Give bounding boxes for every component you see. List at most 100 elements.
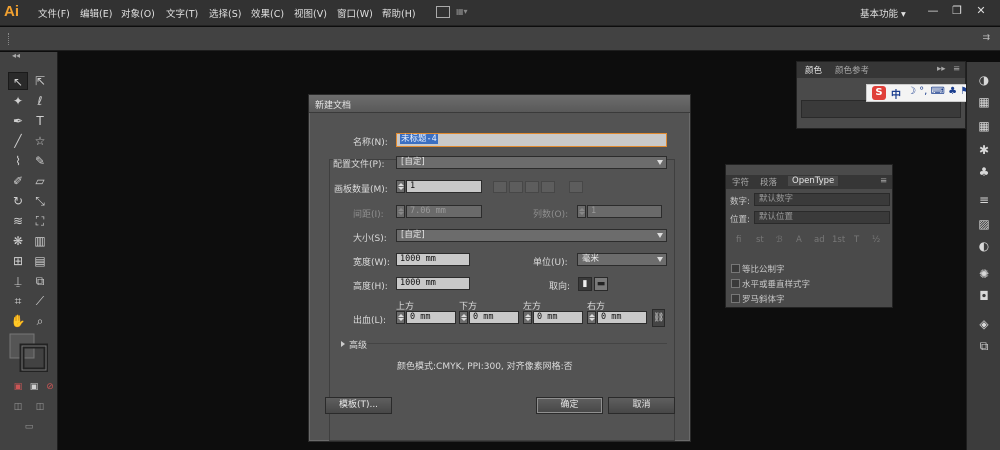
tab-character[interactable]: 字符 [732,176,749,188]
menu-window[interactable]: 窗口(W) [337,6,373,20]
transparency-icon[interactable]: ◐ [975,238,993,254]
glyph-ordinal-button[interactable]: 1st [832,235,845,245]
column-graph-tool-icon[interactable]: ▥ [30,232,50,250]
rotate-tool-icon[interactable]: ↻ [8,192,28,210]
stroke-icon[interactable]: ≡ [975,192,993,208]
template-button[interactable]: 模板(T)... [325,397,392,414]
glyph-fraction-button[interactable]: ½ [872,235,880,245]
menu-help[interactable]: 帮助(H) [382,6,416,20]
appearance-icon[interactable]: ✺ [975,266,993,282]
roman-italic-checkbox[interactable] [731,294,740,303]
hand-tool-icon[interactable]: ✋ [8,312,28,330]
draw-mode-icon[interactable]: ◫ [8,398,28,416]
tab-color-guide[interactable]: 颜色参考 [835,64,869,76]
grid-by-column-icon[interactable] [509,181,523,193]
blob-brush-tool-icon[interactable]: ✐ [8,172,28,190]
line-tool-icon[interactable]: ╱ [8,132,28,150]
menu-file[interactable]: 文件(F) [38,6,70,20]
bleed-left-input[interactable]: 0 mm [533,311,583,324]
bleed-bottom-stepper[interactable] [459,311,468,324]
selection-tool-icon[interactable]: ↖ [8,72,28,90]
glyph-ornament-button[interactable]: T [854,235,859,245]
slice-tool-icon[interactable]: ⟋ [30,292,50,310]
digits-select[interactable]: 默认数字 [754,193,890,206]
arrange-by-row-icon[interactable] [525,181,539,193]
position-select[interactable]: 默认位置 [754,211,890,224]
size-select[interactable]: [自定] [396,229,667,242]
bleed-bottom-input[interactable]: 0 mm [469,311,519,324]
color-spectrum[interactable] [801,100,961,118]
ok-button[interactable]: 确定 [536,397,603,414]
scale-tool-icon[interactable]: ⤡ [30,192,50,210]
lasso-tool-icon[interactable]: ℓ [30,92,50,110]
eraser-tool-icon[interactable]: ▱ [30,172,50,190]
workspace-switcher[interactable]: 基本功能 ▾ [860,6,906,20]
artboards-input[interactable]: 1 [406,180,482,193]
pencil-tool-icon[interactable]: ✎ [30,152,50,170]
right-to-left-icon[interactable] [569,181,583,193]
dialog-titlebar[interactable]: 新建文档 [309,95,690,113]
star-tool-icon[interactable]: ☆ [30,132,50,150]
mesh-tool-icon[interactable]: ⊞ [8,252,28,270]
menu-object[interactable]: 对象(O) [121,6,155,20]
menu-view[interactable]: 视图(V) [294,6,327,20]
glyph-fi-button[interactable]: fi [736,235,741,245]
bleed-top-input[interactable]: 0 mm [406,311,456,324]
width-input[interactable]: 1000 mm [396,253,470,266]
pen-tool-icon[interactable]: ✒ [8,112,28,130]
link-icon[interactable]: ⛓ [652,309,665,327]
grid-by-row-icon[interactable] [493,181,507,193]
glyph-st-button[interactable]: st [756,235,764,245]
bridge-icon[interactable] [436,6,450,18]
blend-tool-icon[interactable]: ⧉ [30,272,50,290]
artboards-icon[interactable]: ⧉ [975,338,993,354]
symbols-icon[interactable]: ♣ [975,164,993,180]
proportional-checkbox[interactable] [731,264,740,273]
height-input[interactable]: 1000 mm [396,277,470,290]
glyph-swash-button[interactable]: ℬ [776,235,783,245]
menu-edit[interactable]: 编辑(E) [80,6,112,20]
magic-wand-tool-icon[interactable]: ✦ [8,92,28,110]
eyedropper-tool-icon[interactable]: ⍊ [8,272,28,290]
bleed-left-stepper[interactable] [523,311,532,324]
expand-triangle-icon[interactable] [341,341,345,347]
panel-menu-icon[interactable]: ≡ [953,64,960,74]
expand-icon[interactable]: ▸▸ [937,64,946,74]
glyph-contextual-button[interactable]: ad [814,235,825,245]
warp-tool-icon[interactable]: ≋ [8,212,28,230]
graphic-styles-icon[interactable]: ◘ [975,288,993,304]
panel-menu-icon[interactable]: ≡ [880,176,887,186]
gradient-tool-icon[interactable]: ▤ [30,252,50,270]
control-bar-menu-icon[interactable]: ⇉ [982,33,990,43]
cancel-button[interactable]: 取消 [608,397,675,414]
artboard-tool-icon[interactable]: ⌗ [8,292,28,310]
menu-effect[interactable]: 效果(C) [251,6,284,20]
symbol-sprayer-tool-icon[interactable]: ❋ [8,232,28,250]
horizontal-vertical-checkbox[interactable] [731,279,740,288]
bleed-right-input[interactable]: 0 mm [597,311,647,324]
color-panel-icon[interactable]: ◑ [975,72,993,88]
color-guide-icon[interactable]: ▦ [975,94,993,110]
close-button[interactable]: ✕ [972,4,990,20]
collapse-icon[interactable]: ◂◂ [6,51,26,61]
paintbrush-tool-icon[interactable]: ⌇ [8,152,28,170]
fill-stroke-icon[interactable] [8,332,48,372]
zoom-tool-icon[interactable]: ⌕ [30,312,50,330]
bleed-right-stepper[interactable] [587,311,596,324]
name-input[interactable]: 未标题-4 [396,133,667,147]
artboards-stepper[interactable] [396,180,405,193]
menu-select[interactable]: 选择(S) [209,6,241,20]
units-select[interactable]: 毫米 [577,253,667,266]
ime-logo[interactable]: S [872,86,886,100]
minimize-button[interactable]: — [924,4,942,20]
layers-icon[interactable]: ◈ [975,316,993,332]
arrange-by-column-icon[interactable] [541,181,555,193]
brushes-icon[interactable]: ✱ [975,142,993,158]
advanced-toggle[interactable]: 高级 [349,338,367,351]
tab-color[interactable]: 颜色 [805,64,822,76]
free-transform-tool-icon[interactable]: ⛶ [30,212,50,230]
restore-button[interactable]: ❐ [948,4,966,20]
none-mode-icon[interactable]: ⊘ [40,378,60,396]
tab-paragraph[interactable]: 段落 [760,176,777,188]
ime-mode[interactable]: 中 [891,86,901,101]
